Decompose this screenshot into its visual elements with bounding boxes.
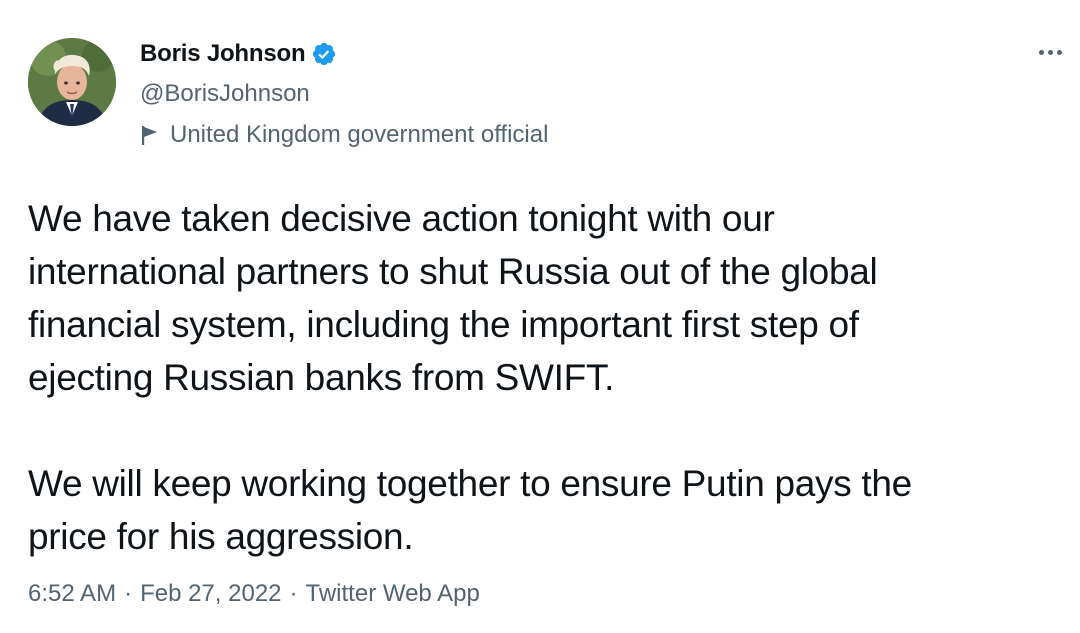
meta-separator: · [124, 580, 133, 607]
author-name[interactable]: Boris Johnson [140, 40, 306, 68]
author-handle[interactable]: @BorisJohnson [140, 80, 310, 108]
tweet-text-line: We will keep working together to ensure … [28, 463, 912, 504]
meta-separator: · [289, 580, 298, 607]
verified-badge-icon [311, 41, 337, 67]
tweet-text-line: price for his aggression. [28, 516, 414, 557]
tweet-metadata: 6:52 AM · Feb 27, 2022 · Twitter Web App [28, 580, 480, 608]
more-dot [1056, 49, 1062, 55]
tweet-card: Boris Johnson @BorisJohnson United Kingd… [0, 0, 1080, 633]
tweet-text-line: We have taken decisive action tonight wi… [28, 198, 775, 239]
tweet-text-line: international partners to shut Russia ou… [28, 251, 878, 292]
tweet-text-line: financial system, including the importan… [28, 304, 859, 345]
author-name-row[interactable]: Boris Johnson [140, 40, 337, 68]
avatar[interactable] [28, 38, 116, 126]
tweet-text: We have taken decisive action tonight wi… [28, 192, 1068, 563]
government-label: United Kingdom government official [140, 121, 548, 149]
tweet-source[interactable]: Twitter Web App [306, 580, 480, 608]
government-label-text: United Kingdom government official [170, 121, 549, 148]
avatar-image [28, 38, 116, 126]
tweet-time[interactable]: 6:52 AM [28, 580, 116, 608]
tweet-date[interactable]: Feb 27, 2022 [140, 580, 281, 608]
more-dot [1047, 49, 1053, 55]
tweet-text-line: ejecting Russian banks from SWIFT. [28, 357, 615, 398]
more-dot [1038, 49, 1044, 55]
more-options-icon[interactable] [1032, 40, 1068, 64]
flag-icon [140, 124, 160, 146]
